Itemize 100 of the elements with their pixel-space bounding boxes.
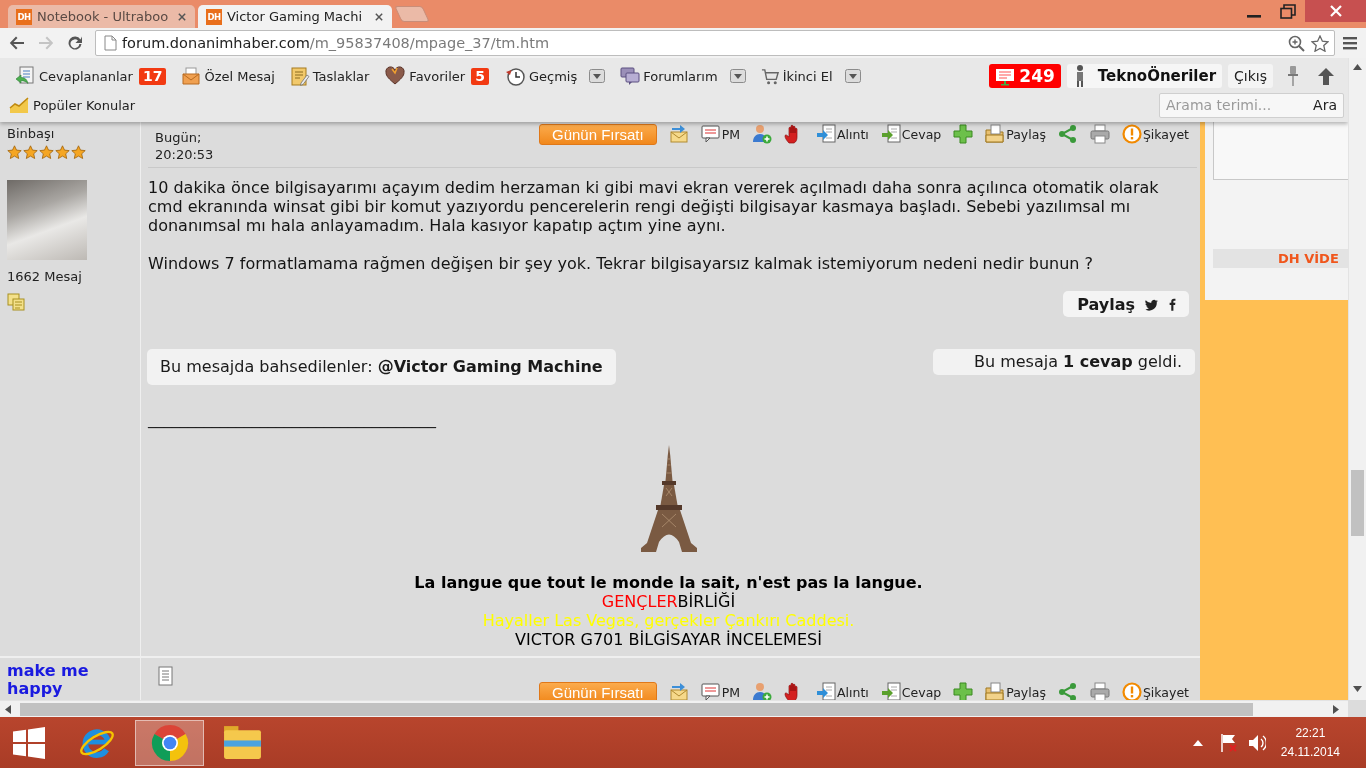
action-link[interactable]: Cevap [880, 682, 942, 700]
toolbar-link[interactable]: Özel Mesaj [181, 66, 275, 86]
post-text: 10 dakika önce bilgisayarımı açayım dedim herzaman ki gibi mavi ekran vererek açılmadı daha sonra açılınca otomatik olarak cmd ekranında winsat gibi bir komut yazıyordu pencerelerin rengi değişti bilgisayar kasmaya başladı. Sebebi yazılımsal mı donanımsal mı hala anlayamadım. Hala kasıyor kapatıp açtım yine aynı. [148, 178, 1160, 235]
taskbar-button[interactable] [135, 719, 204, 766]
menu-icon[interactable] [1343, 36, 1357, 50]
document-arrow-icon [816, 124, 836, 144]
toolbar-link[interactable]: Geçmiş [503, 66, 578, 86]
printer-icon[interactable] [1089, 682, 1110, 700]
signature-quote: La langue que tout le monde la sait, n'est pas la langue. [414, 573, 923, 592]
browser-tab[interactable]: DH Notebook - Ultraboo [8, 5, 195, 28]
star-icon [39, 145, 54, 160]
vertical-scrollbar[interactable] [1348, 58, 1366, 700]
toolbar-link[interactable]: Forumlarım [620, 66, 718, 86]
action-link[interactable]: Alıntı [816, 124, 869, 144]
window-panes-icon[interactable] [13, 726, 45, 759]
toolbar-link[interactable]: İkinci El [760, 66, 833, 86]
action-link[interactable]: Paylaş [985, 682, 1046, 700]
notifications-button[interactable]: 249 [989, 64, 1061, 88]
action-link[interactable]: Şikayet [1121, 124, 1189, 144]
user-button[interactable]: TeknoÖneriler [1066, 64, 1223, 88]
heart-icon [384, 66, 407, 86]
toolbar-link[interactable]: Taslaklar [289, 66, 370, 86]
mentions-note: Bu mesajda bahsedilenler: @Victor Gaming Machine [147, 349, 616, 385]
restore-icon[interactable] [1280, 4, 1296, 19]
toolbar-link[interactable]: Favoriler [384, 66, 466, 86]
star-icon[interactable] [1311, 34, 1329, 52]
cart-icon [760, 66, 780, 86]
printer-icon[interactable] [1089, 124, 1110, 144]
envelope-arrow-icon[interactable] [668, 682, 689, 700]
scroll-down-icon[interactable] [1353, 686, 1362, 692]
section-header: DH VİDE [1213, 249, 1348, 268]
reload-icon[interactable] [67, 35, 83, 51]
dropdown-icon[interactable] [844, 69, 861, 83]
close-icon [1329, 5, 1342, 17]
back-arrow-icon[interactable] [9, 35, 25, 51]
scroll-up-icon[interactable] [1353, 64, 1362, 70]
up-caret-icon[interactable] [1192, 739, 1203, 746]
warning-icon [1121, 682, 1142, 700]
flag-icon[interactable] [1219, 732, 1238, 753]
speech-bubble-icon [700, 682, 721, 700]
address-field[interactable]: forum.donanimhaber.com/m_95837408/mpage_37/tm.htm [95, 30, 1335, 56]
scroll-right-icon[interactable] [1333, 704, 1339, 714]
document-arrow-icon [880, 682, 901, 700]
site-logo: DH [206, 8, 222, 25]
username-link[interactable]: make me happy [7, 662, 107, 698]
plus-icon[interactable] [953, 682, 974, 700]
folder-icon [222, 724, 263, 761]
action-link[interactable]: PM [700, 124, 740, 144]
toolbar-link[interactable]: Popüler Konular [8, 96, 136, 114]
scrollbar-thumb[interactable] [1351, 470, 1364, 536]
add-user-icon[interactable] [752, 124, 772, 144]
notepad-icon[interactable] [157, 666, 174, 686]
horizontal-scrollbar[interactable] [0, 700, 1348, 717]
envelope-icon [181, 66, 202, 86]
action-link[interactable]: Paylaş [985, 124, 1046, 144]
clock-date[interactable]: 24.11.2014 [1280, 742, 1340, 762]
clock-time[interactable]: 22:21 [1295, 723, 1326, 743]
star-icon [55, 145, 70, 160]
envelope-arrow-icon[interactable] [668, 124, 689, 144]
star-icon [71, 145, 86, 160]
count-badge: 17 [138, 67, 167, 85]
dropdown-icon[interactable] [729, 69, 746, 83]
pin-icon[interactable] [1287, 65, 1299, 87]
page-icon [103, 35, 118, 51]
close-button[interactable] [1305, 0, 1366, 22]
share-icon[interactable] [1057, 124, 1078, 144]
signature-line: Hayaller Las Vegas, gerçekler Çankırı Caddesi. [482, 611, 855, 630]
action-link[interactable]: PM [700, 682, 740, 700]
close-icon[interactable] [177, 11, 187, 22]
message-count: 1662 Mesaj [7, 269, 82, 285]
share-icon[interactable] [1057, 682, 1078, 700]
zoom-icon[interactable] [1288, 34, 1305, 52]
plus-icon[interactable] [953, 124, 974, 144]
f-logo-icon[interactable] [1168, 296, 1177, 312]
signature-line: GENÇLERBİRLİĞİ [601, 592, 736, 611]
document-arrow-icon [14, 66, 36, 86]
close-icon[interactable] [374, 11, 384, 22]
document-arrow-icon [816, 682, 836, 700]
bird-icon[interactable] [1144, 297, 1159, 311]
post-time: 20:20:53 [155, 146, 214, 163]
toolbar-link[interactable]: Cevaplananlar [14, 66, 133, 86]
scroll-left-icon[interactable] [5, 704, 11, 714]
action-link[interactable]: Şikayet [1121, 682, 1189, 700]
minimize-icon[interactable] [1247, 15, 1261, 18]
add-user-icon[interactable] [752, 682, 772, 700]
share-label: Paylaş [1077, 294, 1135, 314]
round-logo-icon [150, 723, 189, 762]
up-arrow-icon[interactable] [1317, 67, 1335, 85]
warning-icon [1121, 124, 1142, 144]
search-button[interactable]: Ara [1307, 93, 1343, 117]
action-link[interactable]: Cevap [880, 124, 942, 144]
search-field[interactable]: Arama terimi... Ara [1159, 92, 1344, 118]
action-link[interactable]: Alıntı [816, 682, 869, 700]
dropdown-icon[interactable] [589, 69, 606, 83]
notepad-pencil-icon [289, 66, 310, 86]
scrollbar-thumb[interactable] [20, 702, 1253, 716]
browser-tab[interactable]: DH Victor Gaming Machi [198, 5, 392, 28]
trend-chart-icon [8, 96, 30, 114]
logout-button[interactable]: Çıkış [1228, 64, 1273, 88]
folder-icon [985, 682, 1006, 700]
